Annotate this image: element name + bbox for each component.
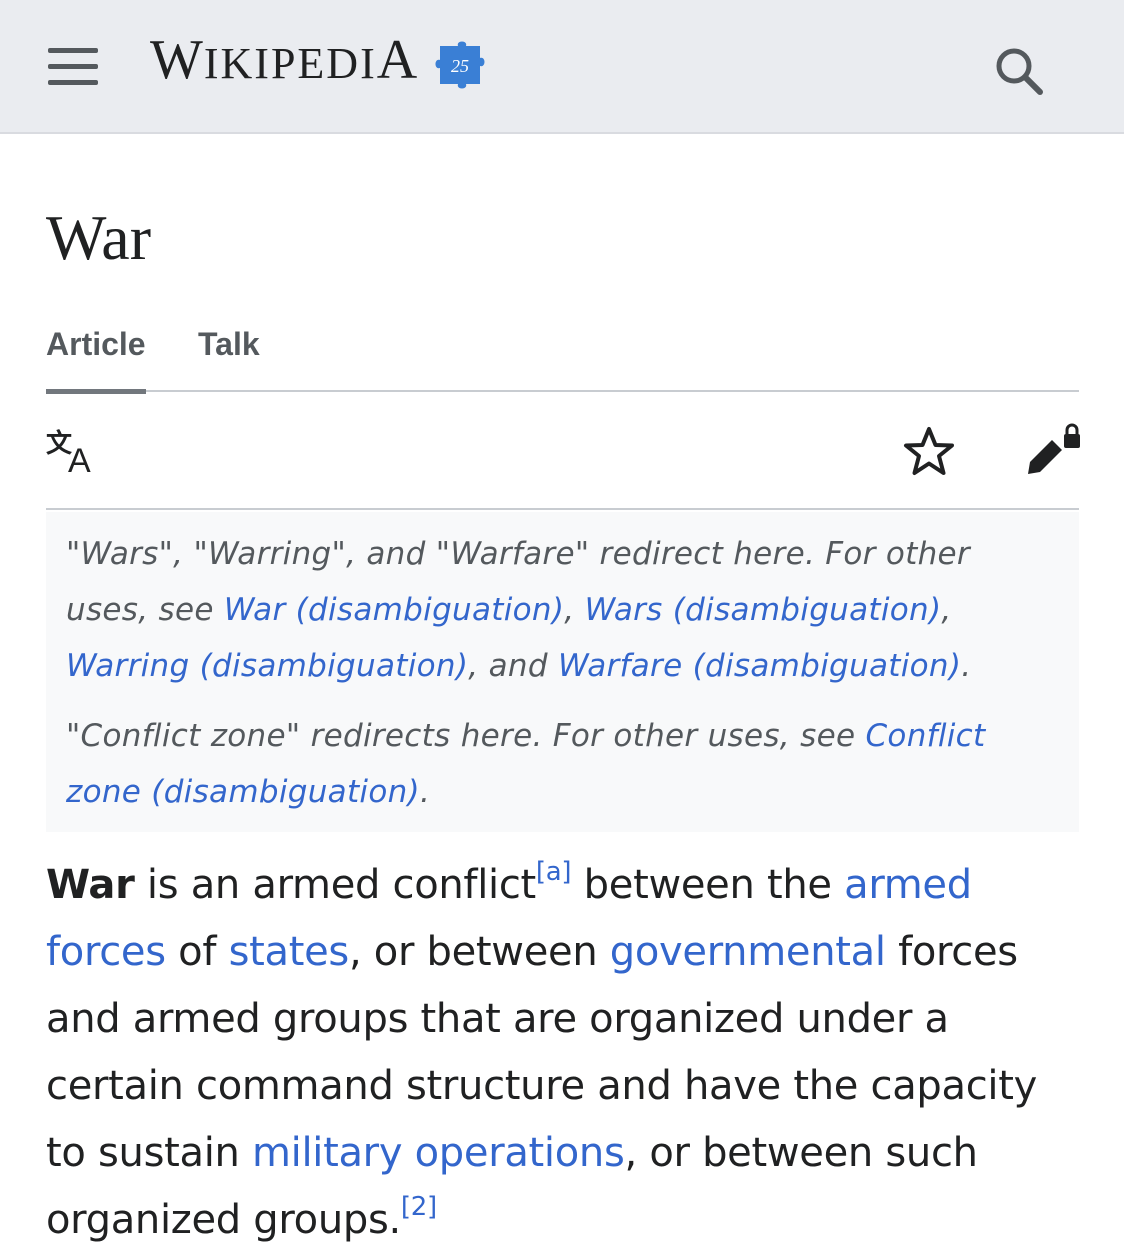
lead-text: is an armed conflict	[134, 862, 536, 908]
hatnote-period: .	[961, 648, 972, 684]
lead-paragraph: War is an armed conflict[a] between the …	[46, 852, 1086, 1254]
link-warring-disambiguation[interactable]: Warring (disambiguation)	[66, 648, 468, 684]
lead-text: , or between	[348, 929, 610, 975]
lead-bold-term: War	[46, 862, 135, 908]
hatnote-separator: ,	[564, 592, 585, 628]
hatnote-redirects-wars: "Wars", "Warring", and "Warfare" redirec…	[66, 526, 1059, 694]
menu-icon-line	[48, 64, 98, 69]
lead-text: between the	[571, 862, 845, 908]
logo-letter-first: W	[150, 29, 204, 91]
puzzle-25-icon: 25	[435, 41, 485, 89]
page-actions-toolbar: 文 A	[46, 392, 1082, 510]
hatnote-period: .	[419, 774, 431, 810]
footnote-a-link[interactable]: [a]	[536, 857, 572, 887]
menu-icon-line	[48, 48, 98, 53]
menu-icon[interactable]	[48, 48, 98, 86]
link-war-disambiguation[interactable]: War (disambiguation)	[224, 592, 564, 628]
header-bar: W IKIPEDI A 25	[0, 0, 1124, 134]
translate-icon[interactable]: 文 A	[46, 428, 102, 474]
menu-icon-line	[48, 80, 98, 85]
page-title: War	[46, 202, 151, 273]
puzzle-number: 25	[451, 56, 469, 76]
hatnote-redirects-conflict-zone: "Conflict zone" redirects here. For othe…	[66, 708, 1059, 820]
hatnote-text: "Conflict zone" redirects here. For othe…	[66, 718, 866, 754]
logo-letters-middle: IKIPEDI	[203, 39, 377, 88]
link-military-operations[interactable]: military operations	[252, 1130, 625, 1176]
hatnote: "Wars", "Warring", and "Warfare" redirec…	[46, 512, 1079, 832]
svg-text:A: A	[68, 442, 91, 474]
logo-letter-last: A	[376, 29, 419, 91]
star-icon[interactable]	[902, 426, 956, 478]
tab-talk[interactable]: Talk	[198, 324, 260, 390]
footnote-2-link[interactable]: [2]	[401, 1192, 437, 1222]
hatnote-separator: , and	[468, 648, 558, 684]
search-icon[interactable]	[988, 40, 1048, 100]
wikipedia-logo[interactable]: W IKIPEDI A	[150, 30, 418, 90]
lead-text: of	[165, 929, 229, 975]
hatnote-separator: ,	[941, 592, 952, 628]
edit-lock-icon[interactable]	[1024, 422, 1082, 478]
link-wars-disambiguation[interactable]: Wars (disambiguation)	[585, 592, 942, 628]
tab-article[interactable]: Article	[46, 324, 146, 394]
link-states[interactable]: states	[229, 929, 350, 975]
page-tabs: Article Talk	[46, 318, 1079, 394]
link-warfare-disambiguation[interactable]: Warfare (disambiguation)	[558, 648, 961, 684]
link-governmental[interactable]: governmental	[610, 929, 886, 975]
